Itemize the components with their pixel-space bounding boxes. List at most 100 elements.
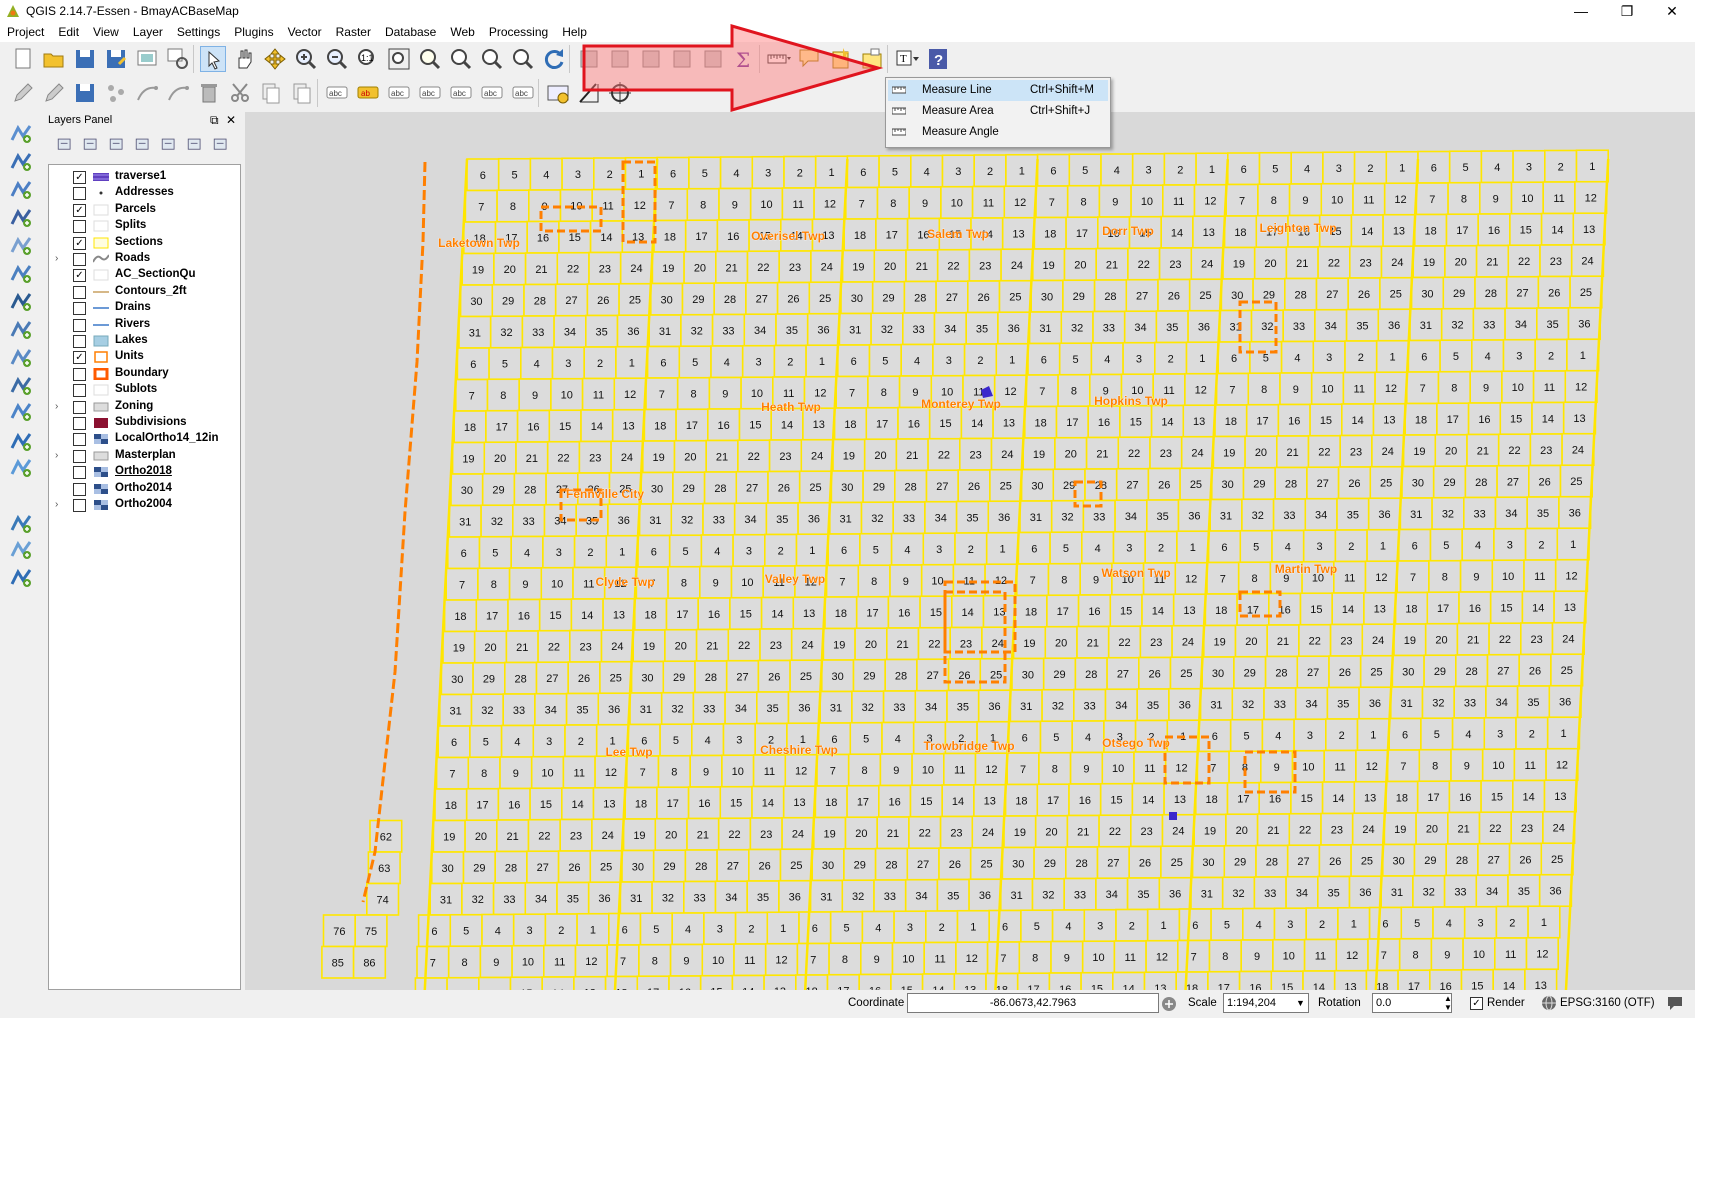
section-cell[interactable]: 14 <box>760 596 795 630</box>
section-cell[interactable]: 12 <box>574 944 609 978</box>
section-cell[interactable]: 36 <box>987 500 1021 534</box>
section-cell[interactable]: 2 <box>592 157 627 191</box>
section-cell[interactable]: 5 <box>1400 906 1434 940</box>
section-cell[interactable]: 10 <box>1081 940 1116 974</box>
section-cell[interactable]: 36 <box>787 690 822 725</box>
section-cell[interactable]: 6 <box>646 345 681 379</box>
layer-name[interactable]: Sublots <box>115 383 157 395</box>
section-cell[interactable]: 1 <box>1546 716 1581 750</box>
section-cell[interactable]: 2 <box>1353 151 1388 185</box>
section-cell[interactable]: 16 <box>1077 594 1112 628</box>
section-cell[interactable]: 6 <box>456 347 490 381</box>
section-cell[interactable]: 22 <box>727 628 761 662</box>
section-cell[interactable]: 23 <box>1158 247 1193 281</box>
section-cell[interactable]: 16 <box>1458 591 1492 625</box>
section-cell[interactable]: 15 <box>909 784 944 818</box>
section-cell[interactable]: 22 <box>546 440 581 475</box>
section-cell[interactable]: 35 <box>775 313 809 347</box>
section-cell[interactable]: 29 <box>481 472 516 507</box>
section-cell[interactable]: 30 <box>450 473 484 507</box>
section-cell[interactable]: 19 <box>651 251 685 285</box>
section-cell[interactable]: 32 <box>480 504 514 538</box>
section-cell[interactable]: 7 <box>435 756 470 790</box>
section-cell[interactable]: 7 <box>835 375 869 409</box>
crs-globe-icon[interactable] <box>1541 995 1557 1011</box>
section-cell[interactable]: 4 <box>1090 342 1124 376</box>
section-cell[interactable]: 17 <box>475 598 509 633</box>
section-cell[interactable]: 16 <box>687 786 722 820</box>
section-cell[interactable]: 33 <box>682 880 717 914</box>
section-cell[interactable]: 29 <box>1052 468 1086 502</box>
section-cell[interactable]: 23 <box>1149 436 1183 470</box>
section-cell[interactable]: 9 <box>669 943 704 977</box>
section-cell[interactable]: 1 <box>1185 341 1220 375</box>
expand-all-icon[interactable] <box>158 134 180 156</box>
section-cell[interactable]: 3 <box>1312 340 1346 374</box>
section-cell[interactable]: 34 <box>1314 308 1348 343</box>
section-cell[interactable]: 31 <box>1218 309 1253 343</box>
section-cell[interactable]: 26 <box>757 659 791 693</box>
pan-map-icon[interactable] <box>262 46 288 72</box>
section-cell[interactable]: 6 <box>827 533 861 567</box>
layer-row[interactable]: Ortho2014 <box>49 481 238 499</box>
traverse-point[interactable] <box>1169 812 1177 820</box>
section-cell[interactable]: 8 <box>467 756 501 790</box>
section-cell[interactable]: 25 <box>1160 845 1194 879</box>
section-cell[interactable]: 16 <box>716 219 750 253</box>
section-cell[interactable]: 14 <box>1302 970 1336 1004</box>
section-cell[interactable]: 12 <box>974 752 1009 786</box>
section-cell[interactable]: 23 <box>1510 811 1544 845</box>
layer-name[interactable]: Ortho2018 <box>115 465 172 477</box>
section-cell[interactable]: 18 <box>453 410 487 444</box>
section-cell[interactable]: 26 <box>767 470 801 504</box>
section-cell[interactable]: 23 <box>1139 625 1173 659</box>
add-feature-icon[interactable] <box>103 80 129 106</box>
section-cell[interactable]: 20 <box>493 252 527 286</box>
layer-visibility-checkbox[interactable] <box>73 318 86 332</box>
section-cell[interactable]: 8 <box>1018 940 1052 975</box>
section-cell[interactable]: 10 <box>1491 559 1525 593</box>
section-cell[interactable]: 36 <box>997 311 1031 345</box>
section-cell[interactable]: 25 <box>1359 654 1394 689</box>
section-cell[interactable]: 13 <box>611 408 646 443</box>
section-cell[interactable]: 5 <box>878 154 912 189</box>
section-cell[interactable]: 23 <box>1129 814 1164 848</box>
section-cell[interactable]: 26 <box>1508 842 1543 876</box>
section-cell[interactable]: 33 <box>1443 874 1478 908</box>
section-cell[interactable]: 13 <box>973 783 1007 818</box>
section-cell[interactable]: 34 <box>1294 686 1329 721</box>
add-wfs-layer-icon[interactable] <box>8 372 34 398</box>
section-cell[interactable]: 11 <box>733 943 767 977</box>
copy-features-icon[interactable] <box>258 80 284 106</box>
section-cell[interactable]: 34 <box>1123 310 1158 344</box>
section-cell[interactable]: 31 <box>648 314 682 348</box>
section-cell[interactable]: 35 <box>946 689 980 723</box>
section-cell[interactable]: 29 <box>1223 844 1257 879</box>
section-cell[interactable]: 34 <box>933 311 968 346</box>
section-cell[interactable]: 30 <box>1001 846 1035 880</box>
section-cell[interactable]: 13 <box>1172 593 1207 627</box>
section-cell[interactable]: 11 <box>1532 370 1567 404</box>
layer-name[interactable]: Addresses <box>115 186 174 198</box>
section-cell[interactable]: 30 <box>440 662 474 696</box>
section-cell[interactable]: 5 <box>1049 531 1083 565</box>
section-cell[interactable]: 8 <box>1437 370 1472 405</box>
section-cell[interactable]: 1 <box>605 534 639 569</box>
section-cell[interactable]: 1 <box>1366 528 1400 563</box>
section-cell[interactable]: 20 <box>1253 246 1288 280</box>
section-cell[interactable]: 23 <box>568 629 603 663</box>
rotation-spinner[interactable]: ▲ ▼ <box>1444 994 1452 1012</box>
section-cell[interactable]: 32 <box>851 690 885 724</box>
section-cell[interactable]: 10 <box>911 752 945 787</box>
layer-row[interactable]: ✓ AC_SectionQu <box>49 267 238 285</box>
section-cell[interactable]: 31 <box>838 312 872 346</box>
section-cell[interactable]: 5 <box>868 343 903 378</box>
section-cell[interactable]: 12 <box>623 188 657 222</box>
section-cell[interactable]: 32 <box>860 501 895 535</box>
zoom-next-icon[interactable] <box>510 46 536 72</box>
section-cell[interactable]: 11 <box>1113 940 1147 974</box>
section-cell[interactable]: 34 <box>1304 497 1338 532</box>
section-cell[interactable]: 24 <box>1380 245 1415 279</box>
section-cell[interactable]: 15 <box>919 595 953 629</box>
section-cell[interactable]: 16 <box>877 784 912 818</box>
